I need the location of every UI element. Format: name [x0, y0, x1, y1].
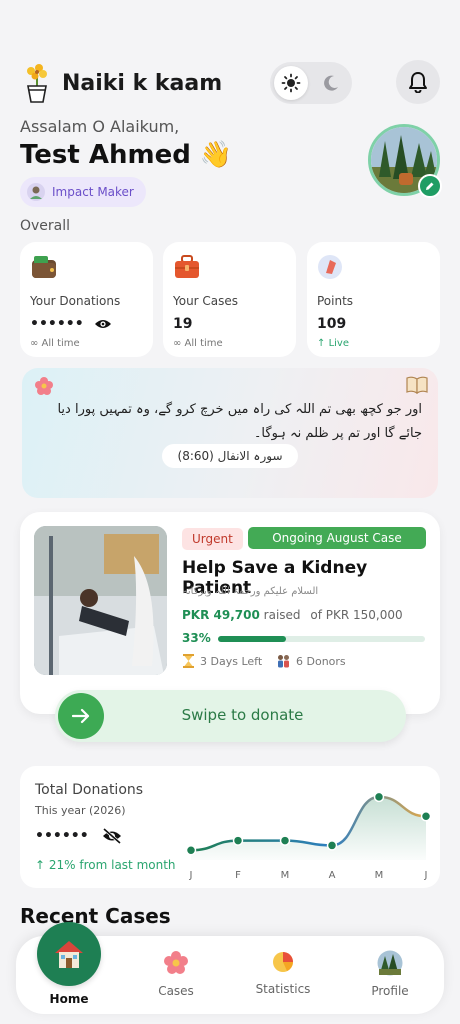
badge-label: Impact Maker [52, 185, 134, 199]
x-tick-label: M [281, 870, 290, 881]
infinity-icon: ∞ [30, 338, 39, 349]
wave-emoji-icon: 👋 [199, 140, 233, 170]
theme-toggle[interactable] [270, 62, 352, 104]
chart-point [232, 835, 244, 846]
briefcase-icon [175, 255, 199, 278]
stat-title: Points [317, 294, 354, 308]
chart-point [326, 840, 338, 851]
x-tick-label: A [329, 870, 336, 881]
stat-sub: ∞ All time [30, 338, 80, 349]
pie-chart-icon [273, 952, 293, 972]
house-icon [55, 941, 83, 968]
cases-card[interactable]: Your Cases 19 ∞ All time [163, 242, 296, 357]
total-donations-value: •••••• [35, 828, 123, 844]
chart-area [191, 796, 426, 860]
stat-value: 109 [317, 316, 347, 332]
hourglass-icon [183, 654, 194, 668]
stat-title: Your Donations [30, 294, 121, 308]
hidden-amount: •••••• [30, 316, 84, 332]
goal-amount: of PKR 150,000 [310, 608, 403, 622]
eye-toggle-icon[interactable] [94, 318, 112, 330]
case-subtitle: السلام علیکم ورحمۃ اللہ وبرکاتہ [182, 586, 319, 597]
dark-mode-option[interactable] [314, 66, 348, 100]
flower-icon [35, 377, 53, 395]
eye-off-icon[interactable] [101, 828, 123, 844]
bell-icon [409, 72, 427, 93]
impact-badge: Impact Maker [20, 177, 146, 207]
sun-icon [281, 73, 301, 93]
stat-title: Your Cases [173, 294, 239, 308]
recent-section-title: Recent Cases [20, 904, 171, 928]
flower-pot-logo-icon [20, 62, 54, 104]
stat-sub: ↑ Live [317, 338, 349, 349]
donation-change: ↑ 21% from last month [35, 858, 176, 872]
diamond-icon [318, 255, 342, 279]
donations-card[interactable]: Your Donations •••••• ∞ All time [20, 242, 153, 357]
swipe-label: Swipe to donate [181, 706, 304, 724]
bottom-navigation: Home Cases Statistics Profile [16, 922, 444, 1014]
nav-cases[interactable]: Cases [136, 950, 216, 998]
case-status-tag: Ongoing August Case [248, 527, 426, 549]
greeting-text: Assalam O Alaikum, [20, 117, 180, 136]
raised-word: raised [263, 608, 301, 622]
flower-icon [164, 951, 188, 974]
raised-summary: PKR 49,700 raised of PKR 150,000 [182, 608, 403, 622]
verse-text: اور جو کچھ بھی تم اللہ کی راہ میں خرچ کر… [57, 402, 422, 441]
donations-line-chart: JFMAMJ [185, 791, 432, 881]
notifications-button[interactable] [396, 60, 440, 104]
pencil-icon [426, 182, 434, 190]
stat-value: 19 [173, 316, 193, 332]
stat-value: •••••• [30, 315, 143, 333]
nav-profile-label: Profile [371, 984, 409, 998]
urgent-tag: Urgent [182, 528, 243, 550]
chart-point [185, 845, 197, 856]
arrow-up-icon: ↑ [317, 338, 326, 349]
nav-home-label[interactable]: Home [29, 992, 109, 1006]
chart-point [373, 791, 385, 803]
points-card[interactable]: Points 109 ↑ Live [307, 242, 440, 357]
total-donations-period: This year (2026) [35, 804, 126, 817]
stat-sub: ∞ All time [173, 338, 223, 349]
nav-home-button[interactable] [37, 922, 101, 986]
app-title: Naiki k kaam [62, 70, 223, 96]
overall-label: Overall [20, 218, 71, 234]
raised-amount: PKR 49,700 [182, 608, 260, 622]
nav-cases-label: Cases [158, 984, 194, 998]
total-donations-card[interactable]: Total Donations This year (2026) •••••• … [20, 766, 440, 888]
profile-avatar-icon [377, 950, 403, 976]
nav-statistics-label: Statistics [255, 982, 311, 996]
verse-reference: سورہ الانفال (8:60) [162, 444, 298, 468]
progress-bar [218, 636, 425, 642]
edit-profile-button[interactable] [418, 174, 442, 198]
x-tick-label: J [424, 870, 428, 881]
days-left: 3 Days Left [182, 654, 262, 668]
progress-percent: 33% [182, 631, 211, 645]
nav-statistics[interactable]: Statistics [243, 950, 323, 996]
nav-profile[interactable]: Profile [350, 950, 430, 998]
chart-point [420, 811, 432, 822]
chart-point [279, 835, 291, 846]
infinity-icon: ∞ [173, 338, 182, 349]
x-tick-label: J [189, 870, 193, 881]
case-photo [34, 526, 167, 675]
featured-case-card[interactable]: Urgent Ongoing August Case Help Save a K… [20, 512, 440, 714]
x-tick-label: M [375, 870, 384, 881]
progress-bar-fill [218, 636, 287, 642]
user-name-row: Test Ahmed 👋 [20, 140, 232, 170]
x-tick-label: F [235, 870, 241, 881]
people-icon [278, 655, 289, 668]
hidden-amount: •••••• [35, 828, 89, 844]
book-icon [406, 376, 428, 394]
donor-count: 6 Donors [276, 654, 346, 668]
arrow-up-icon: ↑ [35, 858, 46, 872]
light-mode-option[interactable] [274, 66, 308, 100]
verse-card: اور جو کچھ بھی تم اللہ کی راہ میں خرچ کر… [22, 368, 438, 498]
swipe-to-donate-slider[interactable]: Swipe to donate [55, 690, 406, 742]
total-donations-title: Total Donations [35, 782, 144, 798]
badge-avatar-icon [27, 183, 45, 201]
user-name: Test Ahmed [20, 140, 191, 170]
wallet-icon [32, 256, 56, 278]
moon-icon [324, 75, 338, 91]
app-header: Naiki k kaam [20, 60, 440, 106]
